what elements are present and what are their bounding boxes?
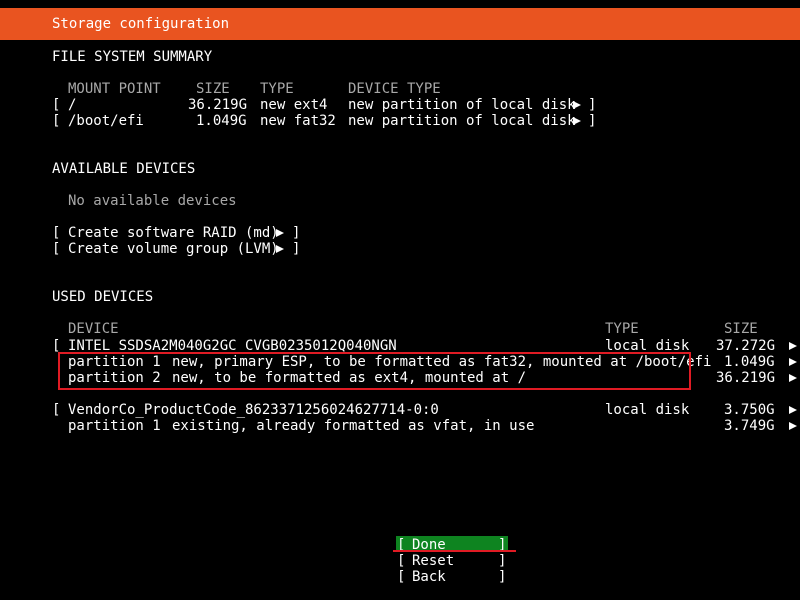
- arrow-right-icon: [573, 101, 581, 109]
- bracket-open: [: [52, 402, 61, 418]
- arrow-right-icon: [276, 245, 284, 253]
- bracket-close: ]: [588, 97, 597, 113]
- partition-size: 36.219G: [716, 370, 776, 386]
- partition-size: 3.749G: [724, 418, 775, 434]
- partition-name: partition 1: [68, 418, 161, 434]
- create-raid-label: Create software RAID (md): [68, 225, 279, 241]
- create-lvm-label: Create volume group (LVM): [68, 241, 279, 257]
- bracket-open: [: [52, 97, 61, 113]
- partition-highlight-annotation: [58, 352, 691, 390]
- fs-size: 36.219G: [188, 97, 248, 113]
- fs-type: new fat32: [260, 113, 336, 129]
- bracket-close: ]: [588, 113, 597, 129]
- fs-size: 1.049G: [196, 113, 247, 129]
- partition-desc: existing, already formatted as vfat, in …: [172, 418, 535, 434]
- bracket-close: ]: [498, 553, 507, 569]
- bracket-close: ]: [292, 225, 301, 241]
- fs-mount: /boot/efi: [68, 113, 144, 129]
- disk-type: local disk: [605, 402, 690, 418]
- col-device: DEVICE: [68, 321, 119, 337]
- arrow-right-icon: [789, 374, 797, 382]
- page-title: Storage configuration: [52, 16, 230, 32]
- no-devices-text: No available devices: [68, 193, 237, 209]
- bracket-open: [: [52, 241, 61, 257]
- bracket-close: ]: [498, 569, 507, 585]
- done-underline-annotation: [393, 550, 516, 552]
- bracket-open: [: [52, 113, 61, 129]
- disk-size: 3.750G: [724, 402, 775, 418]
- bracket-open: [: [397, 569, 406, 585]
- back-label: Back: [412, 569, 446, 585]
- col-size: SIZE: [196, 81, 230, 97]
- disk-size: 37.272G: [716, 338, 776, 354]
- arrow-right-icon: [789, 422, 797, 430]
- arrow-right-icon: [789, 342, 797, 350]
- fs-summary-heading: FILE SYSTEM SUMMARY: [52, 49, 213, 65]
- fs-device-type: new partition of local disk: [348, 97, 576, 113]
- fs-mount: /: [68, 97, 77, 113]
- installer-screen: Storage configuration FILE SYSTEM SUMMAR…: [0, 0, 800, 600]
- col-mount-point: MOUNT POINT: [68, 81, 161, 97]
- disk-name: VendorCo_ProductCode_8623371256024627714…: [68, 402, 439, 418]
- used-heading: USED DEVICES: [52, 289, 154, 305]
- bracket-close: ]: [292, 241, 301, 257]
- col-type: TYPE: [260, 81, 294, 97]
- header-bar: Storage configuration: [0, 8, 800, 40]
- arrow-right-icon: [789, 358, 797, 366]
- col-size: SIZE: [724, 321, 758, 337]
- fs-device-type: new partition of local disk: [348, 113, 576, 129]
- available-heading: AVAILABLE DEVICES: [52, 161, 196, 177]
- col-type: TYPE: [605, 321, 639, 337]
- reset-label: Reset: [412, 553, 455, 569]
- fs-type: new ext4: [260, 97, 328, 113]
- arrow-right-icon: [789, 406, 797, 414]
- col-device-type: DEVICE TYPE: [348, 81, 441, 97]
- partition-size: 1.049G: [724, 354, 775, 370]
- bracket-open: [: [52, 225, 61, 241]
- arrow-right-icon: [573, 117, 581, 125]
- arrow-right-icon: [276, 229, 284, 237]
- bracket-open: [: [397, 553, 406, 569]
